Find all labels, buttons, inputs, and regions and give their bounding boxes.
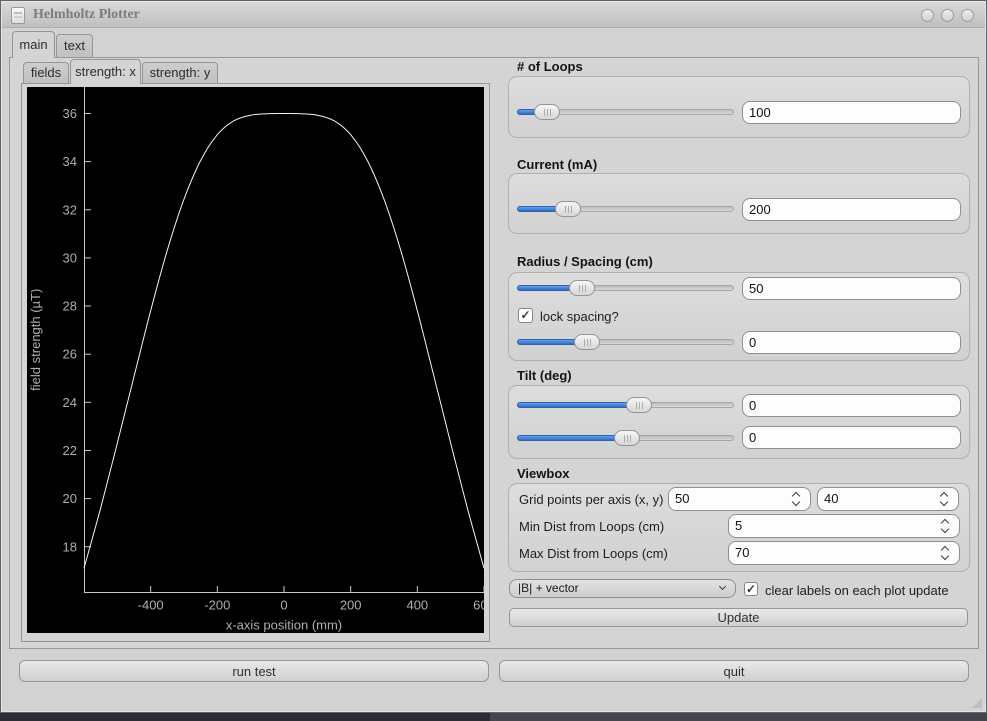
quit-button[interactable]: quit [499, 660, 969, 682]
svg-text:28: 28 [63, 299, 77, 314]
window-icon [11, 7, 25, 24]
field-strength-chart[interactable]: 18 20 22 24 26 28 30 32 34 36 -400 -200 0 200 400 600 x-… [27, 87, 484, 633]
spin-arrows[interactable] [792, 491, 802, 508]
svg-text:26: 26 [63, 347, 77, 362]
app-window: Helmholtz Plotter main text fields stren… [0, 0, 987, 713]
svg-text:field strength (µT): field strength (µT) [28, 289, 43, 391]
svg-text:30: 30 [63, 250, 77, 265]
spin-down-icon[interactable] [792, 498, 800, 506]
strength-x-plot[interactable]: 18 20 22 24 26 28 30 32 34 36 -400 -200 0 200 400 600 x-… [27, 87, 484, 633]
spin-down-icon[interactable] [941, 525, 949, 533]
svg-text:0: 0 [280, 598, 287, 613]
slider-handle[interactable] [534, 104, 560, 120]
spin-arrows[interactable] [941, 545, 951, 562]
spin-arrows[interactable] [941, 518, 951, 535]
spin-down-icon[interactable] [941, 552, 949, 560]
max-dist-spinbox[interactable]: 70 [728, 541, 960, 565]
spin-down-icon[interactable] [940, 498, 948, 506]
plot-mode-dropdown[interactable]: |B| + vector [509, 579, 736, 598]
current-input[interactable] [742, 198, 961, 221]
loops-input[interactable] [742, 101, 961, 124]
min-dist-spinbox[interactable]: 5 [728, 514, 960, 538]
max-dist-value: 70 [735, 545, 749, 560]
svg-text:-200: -200 [204, 598, 230, 613]
svg-text:x-axis position (mm): x-axis position (mm) [226, 618, 342, 633]
tab-text[interactable]: text [56, 34, 93, 57]
current-section-label: Current (mA) [517, 157, 597, 172]
min-dist-value: 5 [735, 518, 742, 533]
maximize-button[interactable] [941, 9, 954, 22]
svg-text:18: 18 [63, 539, 77, 554]
tilt-x-slider[interactable] [517, 397, 734, 413]
slider-handle[interactable] [626, 397, 652, 413]
slider-fill [517, 402, 639, 408]
plot-mode-value: |B| + vector [518, 581, 579, 595]
svg-text:-400: -400 [138, 598, 164, 613]
svg-text:24: 24 [63, 395, 77, 410]
titlebar[interactable]: Helmholtz Plotter [2, 2, 985, 28]
update-button[interactable]: Update [509, 608, 968, 627]
desktop-edge [0, 713, 987, 721]
grid-x-value: 50 [675, 491, 689, 506]
grid-x-spinbox[interactable]: 50 [668, 487, 811, 511]
subtab-strength-y[interactable]: strength: y [142, 62, 218, 83]
svg-text:200: 200 [340, 598, 362, 613]
clear-labels-checkbox[interactable]: ✓ [744, 582, 758, 596]
spin-arrows[interactable] [940, 491, 950, 508]
clear-labels-label: clear labels on each plot update [765, 583, 949, 598]
close-button[interactable] [961, 9, 974, 22]
current-slider[interactable] [517, 201, 734, 217]
min-dist-label: Min Dist from Loops (cm) [519, 519, 664, 534]
tilt-x-input[interactable] [742, 394, 961, 417]
grid-points-label: Grid points per axis (x, y) [519, 492, 664, 507]
run-test-button[interactable]: run test [19, 660, 489, 682]
grid-y-spinbox[interactable]: 40 [817, 487, 959, 511]
slider-handle[interactable] [569, 280, 595, 296]
max-dist-label: Max Dist from Loops (cm) [519, 546, 668, 561]
svg-text:36: 36 [63, 106, 77, 121]
svg-text:400: 400 [406, 598, 428, 613]
subtab-fields[interactable]: fields [23, 62, 69, 83]
slider-handle[interactable] [614, 430, 640, 446]
chevron-down-icon [719, 583, 726, 590]
slider-handle[interactable] [574, 334, 600, 350]
svg-text:34: 34 [63, 154, 77, 169]
loops-section-label: # of Loops [517, 59, 583, 74]
svg-text:20: 20 [63, 491, 77, 506]
resize-grip[interactable] [972, 698, 982, 708]
subtab-strength-x[interactable]: strength: x [70, 59, 141, 84]
svg-text:22: 22 [63, 443, 77, 458]
tilt-y-input[interactable] [742, 426, 961, 449]
slider-handle[interactable] [555, 201, 581, 217]
viewbox-section-label: Viewbox [517, 466, 570, 481]
svg-text:32: 32 [63, 202, 77, 217]
tilt-y-slider[interactable] [517, 430, 734, 446]
svg-text:600: 600 [473, 598, 484, 613]
radius-slider[interactable] [517, 280, 734, 296]
loops-slider[interactable] [517, 104, 734, 120]
slider-fill [517, 435, 627, 441]
lock-spacing-checkbox[interactable]: ✓ [518, 308, 533, 323]
radius-section-label: Radius / Spacing (cm) [517, 254, 653, 269]
spacing-slider[interactable] [517, 334, 734, 350]
window-title: Helmholtz Plotter [33, 7, 140, 23]
radius-input[interactable] [742, 277, 961, 300]
minimize-button[interactable] [921, 9, 934, 22]
lock-spacing-label: lock spacing? [540, 309, 619, 324]
spacing-input[interactable] [742, 331, 961, 354]
tab-main[interactable]: main [12, 31, 55, 58]
grid-y-value: 40 [824, 491, 838, 506]
tilt-section-label: Tilt (deg) [517, 368, 572, 383]
